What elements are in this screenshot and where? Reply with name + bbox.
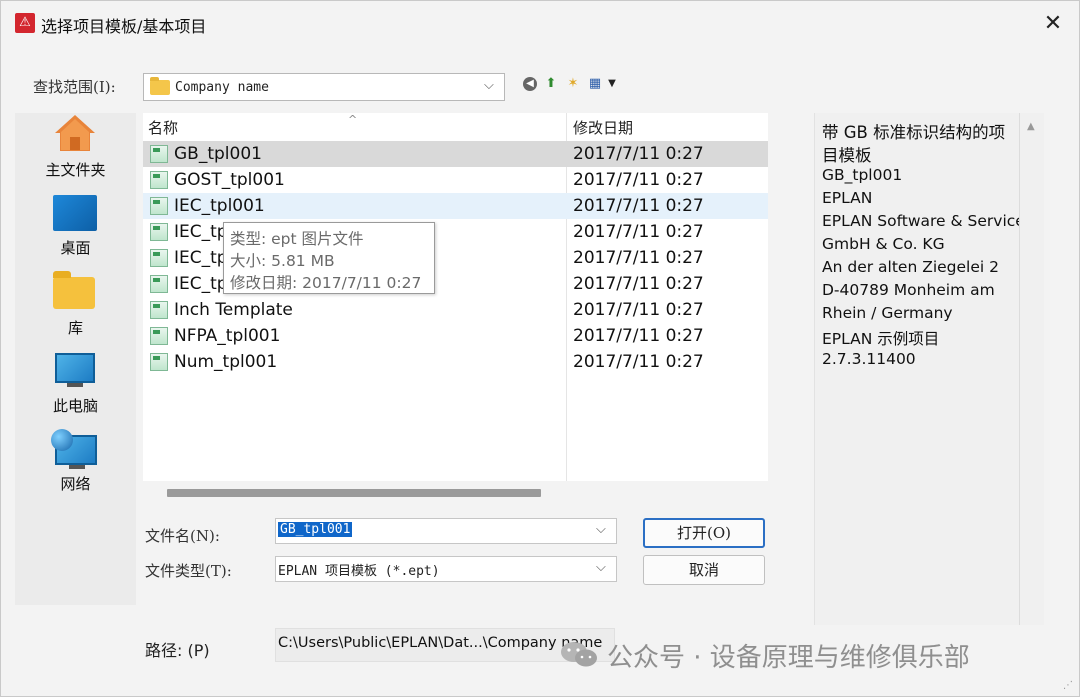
tooltip-size: 大小: 5.81 MB xyxy=(230,252,335,270)
computer-stand xyxy=(67,383,83,387)
file-name: NFPA_tpl001 xyxy=(174,326,281,346)
up-folder-icon[interactable]: ⬆ xyxy=(542,75,560,93)
file-date: 2017/7/11 0:27 xyxy=(573,352,704,372)
look-in-value: Company name xyxy=(175,80,269,95)
file-date: 2017/7/11 0:27 xyxy=(573,196,704,216)
file-name: IEC_tp xyxy=(174,274,228,294)
file-row[interactable]: GB_tpl001 2017/7/11 0:27 xyxy=(143,141,768,167)
file-row[interactable]: IEC_tpl001 2017/7/11 0:27 xyxy=(143,193,768,219)
preview-line: EPLAN Software & Service xyxy=(822,212,1025,230)
window-title: 选择项目模板/基本项目 xyxy=(41,17,207,36)
chevron-down-icon[interactable]: ⌵ xyxy=(596,560,606,575)
resize-grip-icon[interactable]: ⋰ xyxy=(1063,680,1077,694)
filename-label: 文件名(N): xyxy=(145,527,220,545)
preview-scrollbar[interactable]: ▲ xyxy=(1019,113,1043,625)
file-name: GB_tpl001 xyxy=(174,144,262,164)
filetype-label: 文件类型(T): xyxy=(145,562,232,580)
file-date: 2017/7/11 0:27 xyxy=(573,248,704,268)
file-row[interactable]: GOST_tpl001 2017/7/11 0:27 xyxy=(143,167,768,193)
view-menu-icon[interactable]: ▦ xyxy=(586,75,604,93)
file-row[interactable]: NFPA_tpl001 2017/7/11 0:27 xyxy=(143,323,768,349)
column-header-name[interactable]: 名称 xyxy=(148,117,178,143)
preview-description: 带 GB 标准标识结构的项 xyxy=(822,123,1006,142)
ept-file-icon xyxy=(150,197,168,215)
file-tooltip: 类型: ept 图片文件 大小: 5.81 MB 修改日期: 2017/7/11… xyxy=(223,222,435,294)
chevron-down-icon[interactable]: ⌵ xyxy=(596,522,606,537)
filetype-value: EPLAN 项目模板 (*.ept) xyxy=(278,564,440,579)
look-in-label: 查找范围(I): xyxy=(33,78,116,96)
ept-file-icon xyxy=(150,275,168,293)
place-label: 此电脑 xyxy=(52,397,98,415)
file-name: IEC_tp xyxy=(174,222,228,242)
file-date: 2017/7/11 0:27 xyxy=(573,144,704,164)
title-bar: ⚠ 选择项目模板/基本项目 ✕ xyxy=(1,1,1079,49)
file-list[interactable]: 名称 ^ 修改日期 GB_tpl001 2017/7/11 0:27 GOST_… xyxy=(143,113,768,481)
template-preview-pane: 带 GB 标准标识结构的项 目模板 GB_tpl001 EPLAN EPLAN … xyxy=(814,113,1044,625)
network-stand xyxy=(69,465,85,469)
filetype-dropdown[interactable]: EPLAN 项目模板 (*.ept) ⌵ xyxy=(275,556,617,582)
cancel-button[interactable]: 取消 xyxy=(643,555,765,585)
ept-file-icon xyxy=(150,223,168,241)
look-in-dropdown[interactable]: Company name ⌵ xyxy=(143,73,505,101)
computer-icon xyxy=(55,353,95,383)
scrollbar-thumb[interactable] xyxy=(167,489,541,497)
tooltip-type: 类型: ept 图片文件 xyxy=(230,230,364,248)
file-date: 2017/7/11 0:27 xyxy=(573,274,704,294)
file-row[interactable]: Num_tpl001 2017/7/11 0:27 xyxy=(143,349,768,375)
preview-line: GB_tpl001 xyxy=(822,166,903,184)
close-button[interactable]: ✕ xyxy=(1031,7,1075,43)
open-button[interactable]: 打开(O) xyxy=(643,518,765,548)
preview-line: Rhein / Germany xyxy=(822,304,953,322)
chevron-down-icon[interactable]: ⌵ xyxy=(484,78,494,93)
wechat-icon xyxy=(561,642,597,667)
file-date: 2017/7/11 0:27 xyxy=(573,170,704,190)
file-name: IEC_tpl001 xyxy=(174,196,265,216)
file-name: IEC_tp xyxy=(174,248,228,268)
file-date: 2017/7/11 0:27 xyxy=(573,300,704,320)
preview-line: 2.7.3.11400 xyxy=(822,350,916,368)
ept-file-icon xyxy=(150,353,168,371)
filename-value[interactable]: GB_tpl001 xyxy=(278,522,353,537)
column-header-date[interactable]: 修改日期 xyxy=(573,117,633,143)
file-date: 2017/7/11 0:27 xyxy=(573,222,704,242)
file-date: 2017/7/11 0:27 xyxy=(573,326,704,346)
new-folder-icon[interactable]: ✶ xyxy=(564,75,582,93)
place-label: 桌面 xyxy=(60,239,91,257)
library-folder-icon xyxy=(53,271,95,309)
dialog-window: ⚠ 选择项目模板/基本项目 ✕ 查找范围(I): Company name ⌵ … xyxy=(0,0,1080,697)
preview-line: GmbH & Co. KG xyxy=(822,235,945,253)
ept-file-icon xyxy=(150,327,168,345)
path-value: C:\Users\Public\EPLAN\Dat...\Company nam… xyxy=(278,635,603,651)
horizontal-scrollbar[interactable] xyxy=(143,481,768,503)
preview-line: EPLAN xyxy=(822,189,873,207)
place-network[interactable]: 网络 xyxy=(15,113,136,493)
desktop-icon xyxy=(53,195,97,231)
ept-file-icon xyxy=(150,301,168,319)
ept-file-icon xyxy=(150,249,168,267)
eplan-app-icon: ⚠ xyxy=(15,13,35,33)
preview-line: An der alten Ziegelei 2 xyxy=(822,258,999,276)
place-label: 网络 xyxy=(60,475,91,493)
preview-line: EPLAN 示例项目 xyxy=(822,330,940,348)
path-label: 路径: (P) xyxy=(145,641,210,660)
file-name: Inch Template xyxy=(174,300,293,320)
preview-line: D-40789 Monheim am xyxy=(822,281,995,299)
tooltip-modified: 修改日期: 2017/7/11 0:27 xyxy=(230,274,422,292)
globe-icon xyxy=(51,429,73,451)
ept-file-icon xyxy=(150,145,168,163)
file-name: Num_tpl001 xyxy=(174,352,278,372)
file-name: GOST_tpl001 xyxy=(174,170,285,190)
ept-file-icon xyxy=(150,171,168,189)
file-row[interactable]: Inch Template 2017/7/11 0:27 xyxy=(143,297,768,323)
place-label: 库 xyxy=(67,319,83,337)
sort-ascending-icon: ^ xyxy=(348,113,358,126)
places-bar: 主文件夹 桌面 库 此电脑 网络 xyxy=(15,113,136,605)
scroll-up-icon[interactable]: ▲ xyxy=(1027,121,1035,132)
view-menu-arrow-icon[interactable]: ▼ xyxy=(603,75,621,93)
back-icon[interactable]: ◀ xyxy=(523,77,537,91)
filename-input[interactable]: GB_tpl001 ⌵ xyxy=(275,518,617,544)
watermark-text: 公众号 · 设备原理与维修俱乐部 xyxy=(607,643,970,673)
folder-icon xyxy=(150,77,170,95)
preview-description: 目模板 xyxy=(822,146,872,165)
